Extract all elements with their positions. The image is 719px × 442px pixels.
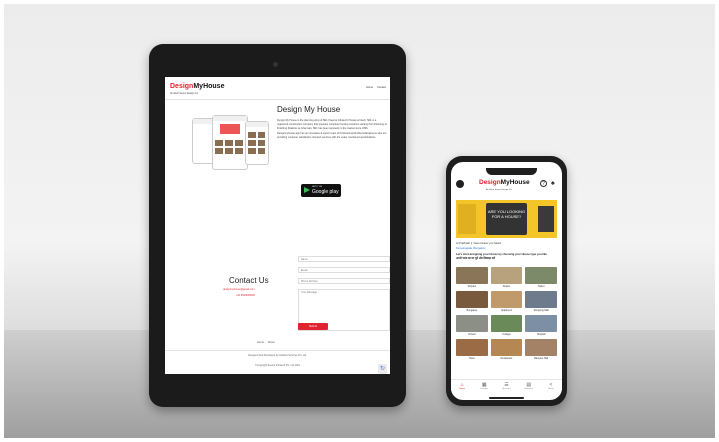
house-type-label: Apartment [500,309,512,312]
footer-divider [165,350,390,351]
footer-home-link[interactable]: Home [257,341,264,344]
app-preview-right [245,121,269,165]
site-nav: Home Contact [366,86,390,89]
submit-button[interactable]: Submit [298,323,328,330]
email-field[interactable]: Email [298,267,390,273]
banner-text: ARE YOU LOOKING FOR A HOUSE? [486,203,527,235]
house-type-card[interactable]: Apartment [490,291,523,313]
house-type-image [456,339,488,356]
site-logo[interactable]: DesignMyHouse [170,83,224,90]
house-type-label: Cottage [502,333,511,336]
house-type-image [456,267,488,284]
house-type-image [456,291,488,308]
phone-device: DesignMyHouse An Elezi Seven Design Co ?… [446,156,567,406]
page-title: Design My House [277,105,341,114]
app-logo: DesignMyHouse [479,179,530,186]
tab-compare[interactable]: ▤ Compare [518,380,540,396]
house-type-image [456,315,488,332]
phone-screen: DesignMyHouse An Elezi Seven Design Co ?… [451,162,562,400]
tab-label: Account [502,388,511,390]
house-type-image [490,339,523,356]
house-type-image [525,315,557,332]
header-divider [165,99,390,100]
app-tagline: An Elezi Seven Design Co [486,189,512,191]
site-header: DesignMyHouse An Elezi Seven Design Co H… [165,77,390,97]
tab-home[interactable]: ⌂ Home [451,380,473,396]
tab-label: Share [547,388,554,390]
house-type-card[interactable]: School [456,315,488,337]
house-type-image [525,267,557,284]
tab-account[interactable]: ☰ Account [495,380,517,396]
contact-email-link[interactable]: designmyhouse@gmail.com [223,288,254,291]
footer-about-link[interactable]: About [268,341,275,344]
nav-home-link[interactable]: Home [366,86,373,89]
location-value[interactable]: Kumarnagaila, Bengaluru [456,247,485,250]
house-type-label: Bungalow [466,309,478,312]
house-type-label: Restaurant [500,357,513,360]
house-type-card[interactable]: Hotel [456,339,488,361]
house-type-card[interactable]: Bungalow [456,291,488,313]
promo-banner[interactable]: ARE YOU LOOKING FOR A HOUSE? [456,200,557,238]
house-type-label: Duplex [502,285,511,288]
footer-copyright: ©Copyright Seema Infratech Pvt. Ltd 2021 [255,364,300,367]
google-play-badge[interactable]: GET IT ON Google play [301,184,341,197]
tab-label: Compare [524,388,534,390]
user-icon[interactable] [456,180,464,188]
play-store-icon [304,187,310,193]
tablet-screen: DesignMyHouse An Elezi Seven Design Co H… [165,77,390,374]
start-prompt: Let's start designing your House by choo… [456,253,547,260]
house-type-label: Triplex [537,285,545,288]
tablet-device: DesignMyHouse An Elezi Seven Design Co H… [149,44,406,407]
recaptcha-icon[interactable]: ↻ [378,364,387,374]
house-type-card[interactable]: Restaurant [490,339,523,361]
nav-contact-link[interactable]: Contact [377,86,386,89]
contact-phone-link[interactable]: +91 9000000000 [236,294,255,297]
house-type-image [525,291,557,308]
tab-share[interactable]: < Share [540,380,562,396]
house-type-label: Hotel [469,357,475,360]
name-field[interactable]: Name [298,256,390,262]
house-type-label: Banquet Hall [534,357,548,360]
house-type-card[interactable]: Banquet Hall [525,339,557,361]
help-icon[interactable]: ? [540,180,547,187]
footer-credit: Designed And Developed by Grafotel Servi… [248,354,307,357]
house-type-card[interactable]: Duplex [490,267,523,289]
tab-label: Designs [480,388,489,390]
bottom-tab-bar: ⌂ Home ▦ Designs ☰ Account ▤ Compare < Share [451,379,562,396]
contact-title: Contact Us [229,276,269,285]
tablet-camera [273,62,278,67]
house-type-card[interactable]: Shopping Mall [525,291,557,313]
house-type-image [490,267,523,284]
house-type-label: Simplex [467,285,477,288]
house-type-label: Hospital [536,333,546,336]
site-tagline: An Elezi Seven Design Co [170,92,199,95]
house-type-label: School [468,333,476,336]
house-type-image [490,291,523,308]
house-type-grid: Simplex Duplex Triplex Bungalow Apartment Sho… [456,267,557,361]
house-type-label: Shopping Mall [533,309,549,312]
about-paragraph: Design My House is the planning wing of … [277,119,387,139]
bell-icon[interactable]: ♠ [551,180,555,187]
tab-label: Home [459,388,466,390]
location-label: Hi Prakhash ji ! Here Nearer you Select [456,242,502,245]
house-type-card[interactable]: Simplex [456,267,488,289]
app-preview-center [212,115,248,170]
app-header: DesignMyHouse An Elezi Seven Design Co ?… [451,174,562,196]
house-type-image [525,339,557,356]
house-type-card[interactable]: Cottage [490,315,523,337]
phone-field[interactable]: Phone Number [298,278,390,284]
home-indicator [489,397,524,399]
phone-notch [486,168,537,175]
house-type-card[interactable]: Triplex [525,267,557,289]
house-type-image [490,315,523,332]
house-type-card[interactable]: Hospital [525,315,557,337]
tab-designs[interactable]: ▦ Designs [473,380,495,396]
footer-nav: Home About [257,341,279,344]
